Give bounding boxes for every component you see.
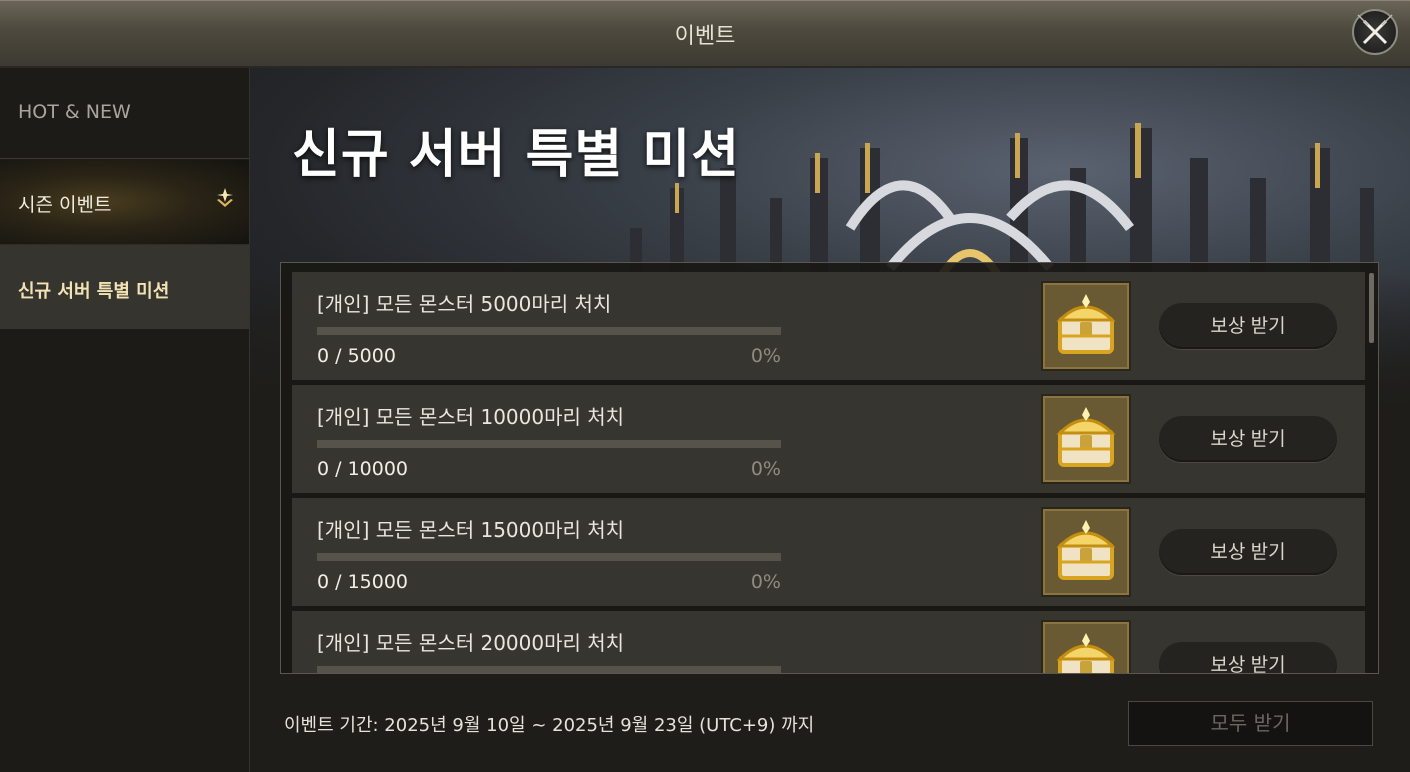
claim-reward-button[interactable]: 보상 받기 — [1159, 529, 1337, 575]
mission-count: 0 / 15000 — [317, 571, 409, 593]
claim-reward-button[interactable]: 보상 받기 — [1159, 416, 1337, 462]
progress-bar — [317, 327, 781, 335]
reward-item-slot[interactable] — [1041, 507, 1131, 597]
main-content: 신규 서버 특별 미션 [개인] 모든 몬스터 5000마리 처치 0 / 50… — [250, 68, 1410, 772]
sidebar-item-new-server-mission[interactable]: 신규 서버 특별 미션 — [0, 245, 249, 329]
progress-bar — [317, 553, 781, 561]
mission-percent: 0% — [750, 345, 781, 367]
close-button[interactable] — [1352, 9, 1398, 55]
mission-title: [개인] 모든 몬스터 20000마리 처치 — [317, 631, 625, 655]
mission-title: [개인] 모든 몬스터 10000마리 처치 — [317, 405, 625, 429]
golden-chest-icon — [1056, 633, 1116, 673]
sidebar-item-label: HOT & NEW — [18, 101, 131, 123]
sidebar: HOT & NEW 시즌 이벤트 신규 서버 특별 미션 — [0, 68, 250, 772]
event-period: 이벤트 기간: 2025년 9월 10일 ~ 2025년 9월 23일 (UTC… — [284, 715, 815, 736]
claim-reward-button[interactable]: 보상 받기 — [1159, 303, 1337, 349]
close-x-icon — [1357, 14, 1393, 45]
mission-row: [개인] 모든 몬스터 5000마리 처치 0 / 5000 0% 보상 받기 — [292, 272, 1365, 380]
golden-chest-icon — [1056, 407, 1116, 467]
sidebar-item-hot-new[interactable]: HOT & NEW — [0, 68, 249, 159]
mission-count: 0 / 10000 — [317, 458, 409, 480]
golden-chest-icon — [1056, 294, 1116, 354]
reward-item-slot[interactable] — [1041, 394, 1131, 484]
mission-row: [개인] 모든 몬스터 20000마리 처치 보상 받기 — [292, 611, 1365, 673]
sidebar-item-label: 시즌 이벤트 — [18, 194, 112, 216]
banner-title: 신규 서버 특별 미션 — [292, 125, 741, 185]
title-bar: 이벤트 — [0, 0, 1410, 68]
progress-bar — [317, 440, 781, 448]
reward-item-slot[interactable] — [1041, 620, 1131, 673]
mission-title: [개인] 모든 몬스터 5000마리 처치 — [317, 292, 612, 316]
progress-bar — [317, 666, 781, 673]
mission-row: [개인] 모든 몬스터 15000마리 처치 0 / 15000 0% 보상 받… — [292, 498, 1365, 606]
reward-item-slot[interactable] — [1041, 281, 1131, 371]
golden-chest-icon — [1056, 520, 1116, 580]
mission-title: [개인] 모든 몬스터 15000마리 처치 — [317, 518, 625, 542]
claim-all-button[interactable]: 모두 받기 — [1128, 701, 1373, 746]
diamond-star-icon — [217, 188, 233, 207]
mission-list[interactable]: [개인] 모든 몬스터 5000마리 처치 0 / 5000 0% 보상 받기 … — [280, 262, 1379, 674]
mission-row: [개인] 모든 몬스터 10000마리 처치 0 / 10000 0% 보상 받… — [292, 385, 1365, 493]
sidebar-item-label: 신규 서버 특별 미션 — [18, 281, 170, 302]
sidebar-item-season-event[interactable]: 시즌 이벤트 — [0, 160, 249, 245]
window-title: 이벤트 — [674, 24, 736, 49]
mission-percent: 0% — [750, 571, 781, 593]
mission-count: 0 / 5000 — [317, 345, 396, 367]
claim-reward-button[interactable]: 보상 받기 — [1159, 642, 1337, 673]
scrollbar-thumb[interactable] — [1369, 273, 1374, 343]
mission-percent: 0% — [750, 458, 781, 480]
